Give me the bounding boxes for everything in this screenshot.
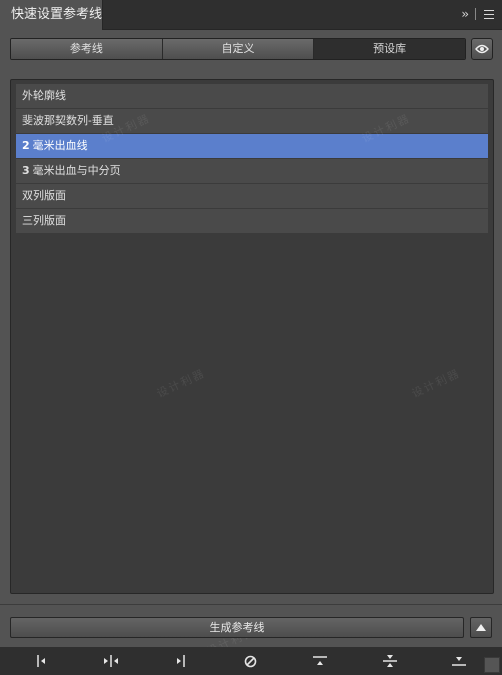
preset-list: 外轮廓线 斐波那契数列-垂直 2 毫米出血线 3 毫米出血与中分页 双列版面 三列版… bbox=[16, 84, 488, 234]
resize-handle[interactable] bbox=[484, 657, 500, 673]
triangle-up-icon bbox=[476, 624, 486, 631]
align-bottom-guide-icon[interactable] bbox=[450, 652, 468, 670]
eye-icon bbox=[475, 44, 489, 54]
panel-header-controls: ›› bbox=[461, 7, 494, 21]
preset-item-outline[interactable]: 外轮廓线 bbox=[16, 84, 488, 108]
preset-item-label: 毫米出血与中分页 bbox=[32, 164, 121, 177]
preset-item-label: 双列版面 bbox=[22, 189, 66, 202]
preset-item-3mm-bleed-split[interactable]: 3 毫米出血与中分页 bbox=[16, 159, 488, 183]
preset-item-three-column[interactable]: 三列版面 bbox=[16, 209, 488, 233]
preset-item-fibonacci-vertical[interactable]: 斐波那契数列-垂直 bbox=[16, 109, 488, 133]
preset-item-label: 毫米出血线 bbox=[32, 139, 88, 152]
tab-guides[interactable]: 参考线 bbox=[11, 39, 163, 59]
toggle-visibility-button[interactable] bbox=[471, 38, 493, 60]
double-chevron-right-icon[interactable]: ›› bbox=[461, 7, 468, 21]
preset-item-two-column[interactable]: 双列版面 bbox=[16, 184, 488, 208]
tab-custom[interactable]: 自定义 bbox=[162, 39, 315, 59]
panel-title-tab[interactable]: 快速设置参考线 bbox=[0, 0, 103, 30]
hamburger-menu-icon[interactable] bbox=[484, 9, 494, 19]
generate-guides-button[interactable]: 生成参考线 bbox=[10, 617, 464, 638]
mode-tabs: 参考线 自定义 预设库 bbox=[10, 38, 466, 60]
header-separator bbox=[475, 8, 476, 20]
center-vertical-guide-icon[interactable] bbox=[102, 652, 120, 670]
panel-header: 快速设置参考线 ›› bbox=[0, 0, 502, 30]
align-top-guide-icon[interactable] bbox=[311, 652, 329, 670]
collapse-button[interactable] bbox=[470, 617, 492, 638]
preset-item-number: 2 bbox=[22, 139, 30, 152]
preset-item-label: 三列版面 bbox=[22, 214, 66, 227]
bottom-toolbar bbox=[0, 647, 502, 675]
preset-item-number: 3 bbox=[22, 164, 30, 177]
section-divider bbox=[0, 604, 502, 605]
align-left-guide-icon[interactable] bbox=[33, 652, 51, 670]
preset-item-label: 斐波那契数列-垂直 bbox=[22, 114, 114, 127]
preset-list-container: 外轮廓线 斐波那契数列-垂直 2 毫米出血线 3 毫米出血与中分页 双列版面 三列版… bbox=[10, 79, 494, 594]
panel-title: 快速设置参考线 bbox=[11, 7, 103, 22]
clear-guides-icon[interactable] bbox=[241, 652, 259, 670]
preset-item-label: 外轮廓线 bbox=[22, 89, 66, 102]
center-horizontal-guide-icon[interactable] bbox=[381, 652, 399, 670]
preset-item-2mm-bleed[interactable]: 2 毫米出血线 bbox=[16, 134, 488, 158]
tab-presets[interactable]: 预设库 bbox=[314, 39, 465, 59]
align-right-guide-icon[interactable] bbox=[171, 652, 189, 670]
